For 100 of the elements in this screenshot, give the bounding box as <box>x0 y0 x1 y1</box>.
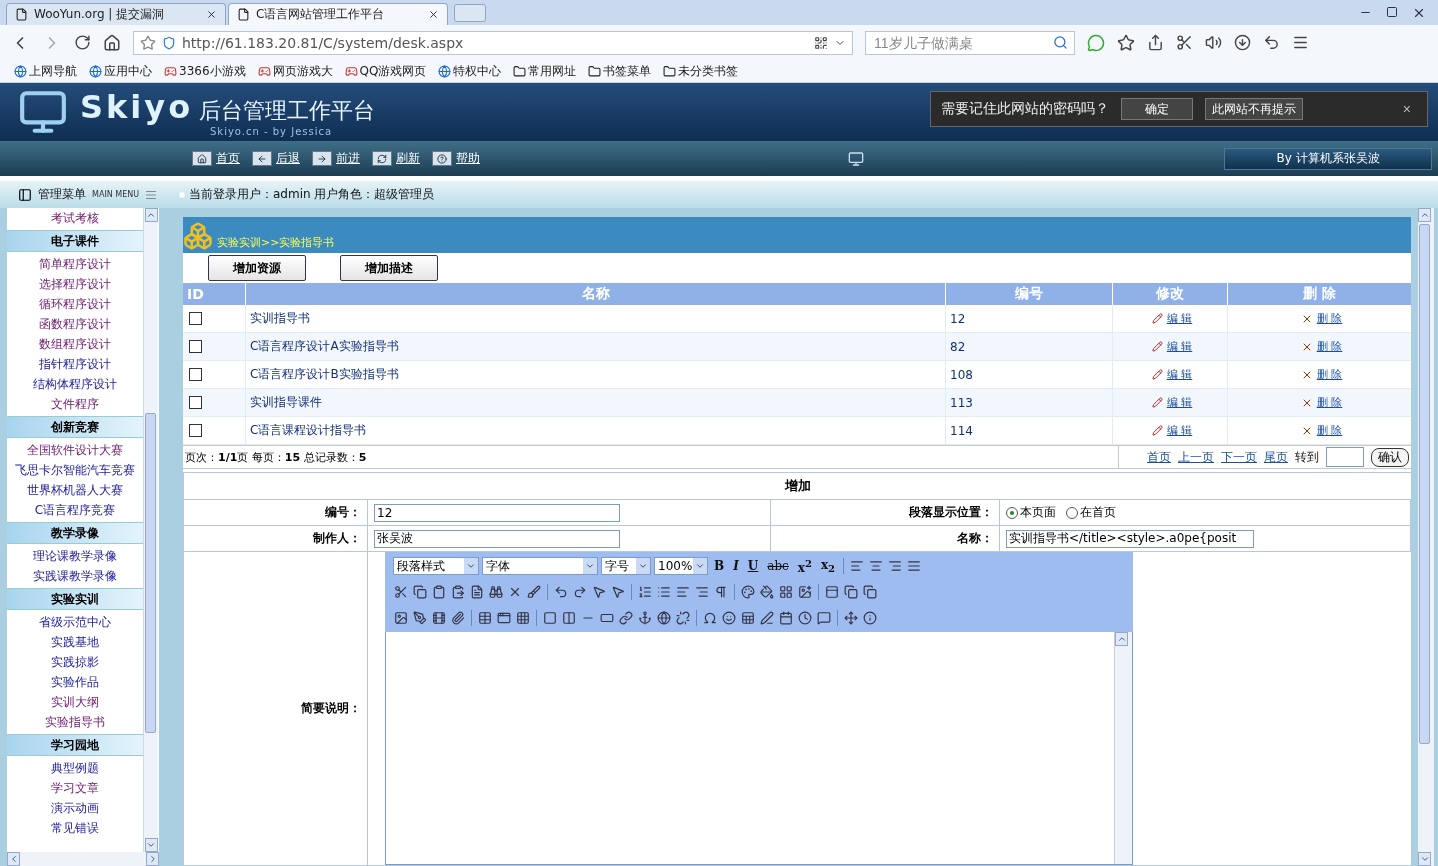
row-checkbox[interactable] <box>189 312 202 325</box>
undo-icon[interactable] <box>1263 34 1280 51</box>
unlink-icon[interactable] <box>675 610 691 626</box>
star-icon[interactable] <box>140 34 156 51</box>
menu-link[interactable]: 演示动画 <box>7 798 143 818</box>
align-right-icon[interactable] <box>887 558 904 574</box>
menu-group-header[interactable]: 电子课件 <box>7 230 143 252</box>
download-icon[interactable] <box>1234 34 1251 51</box>
row-checkbox[interactable] <box>189 368 202 381</box>
browser-tab[interactable]: C语言网站管理工作平台 <box>228 3 448 25</box>
align-left-icon[interactable] <box>849 558 866 574</box>
bookmark-link[interactable]: 未分类书签 <box>663 62 739 80</box>
paperclip-icon[interactable] <box>450 610 466 626</box>
scissors-icon[interactable] <box>1176 34 1193 51</box>
delete-link[interactable]: 删 除 <box>1316 395 1343 410</box>
format-button[interactable]: B <box>711 559 728 573</box>
edit-link[interactable]: 编 辑 <box>1166 339 1193 354</box>
vertical-scrollbar[interactable] <box>1114 632 1132 864</box>
format-button[interactable]: U <box>744 559 762 573</box>
anchor-icon[interactable] <box>637 610 653 626</box>
menu-link[interactable]: 实验作品 <box>7 672 143 692</box>
search-bar[interactable]: 11岁儿子做满桌 <box>865 30 1075 55</box>
info-icon[interactable] <box>862 610 878 626</box>
confirm-button[interactable]: 确认 <box>1371 447 1409 467</box>
signature-icon[interactable] <box>759 610 775 626</box>
grid-icon[interactable] <box>778 584 794 600</box>
delete-link[interactable]: 删 除 <box>1316 367 1343 382</box>
nav-link[interactable]: 前进 <box>336 150 360 167</box>
menu-link[interactable]: 简单程序设计 <box>7 254 143 274</box>
row-checkbox[interactable] <box>189 396 202 409</box>
format-button[interactable]: I <box>730 559 742 573</box>
edit-link[interactable]: 编 辑 <box>1166 423 1193 438</box>
palette-icon[interactable] <box>740 584 756 600</box>
edit-link[interactable]: 编 辑 <box>1166 367 1193 382</box>
panel-icon[interactable] <box>824 584 840 600</box>
radio-icon[interactable] <box>1006 506 1018 519</box>
action-button[interactable]: 增加描述 <box>340 255 438 281</box>
paragraph-icon[interactable] <box>713 584 729 600</box>
bookmark-link[interactable]: 特权中心 <box>438 62 502 80</box>
paste-icon[interactable] <box>450 584 466 600</box>
menu-link[interactable]: 实训大纲 <box>7 692 143 712</box>
menu-link[interactable]: 世界杯机器人大赛 <box>7 480 143 500</box>
horizontal-scrollbar[interactable] <box>7 852 159 866</box>
menu-group-header[interactable]: 教学录像 <box>7 522 143 544</box>
menu-link[interactable]: 学习文章 <box>7 778 143 798</box>
format-button[interactable]: x$_{2}$ <box>817 557 839 575</box>
menu-link[interactable]: 数组程序设计 <box>7 334 143 354</box>
menu-group-header[interactable]: 实验实训 <box>7 588 143 610</box>
omega-icon[interactable] <box>702 610 718 626</box>
table-icon[interactable] <box>477 610 493 626</box>
delete-link[interactable]: 删 除 <box>1316 339 1343 354</box>
clipboard-icon[interactable] <box>431 584 447 600</box>
vertical-scrollbar[interactable] <box>143 208 158 852</box>
pager-link[interactable]: 上一页 <box>1178 448 1214 466</box>
toolbar-select[interactable]: 段落样式 <box>393 557 479 575</box>
menu-link[interactable]: 实践基地 <box>7 632 143 652</box>
row-checkbox[interactable] <box>189 340 202 353</box>
radio-option[interactable]: 本页面 <box>1006 504 1056 521</box>
close-button[interactable]: × <box>1396 100 1417 118</box>
film-icon[interactable] <box>431 610 447 626</box>
bookmark-link[interactable]: 网页游戏大 <box>257 62 333 80</box>
menu-link[interactable]: 函数程序设计 <box>7 314 143 334</box>
bookmark-link[interactable]: 应用中心 <box>89 62 152 80</box>
menu-link[interactable]: 循环程序设计 <box>7 294 143 314</box>
radio-option[interactable]: 在首页 <box>1066 504 1116 521</box>
address-bar[interactable]: http://61.183.20.81/C/system/desk.aspx <box>133 30 853 55</box>
menu-group-header[interactable]: 学习园地 <box>7 734 143 756</box>
brush-icon[interactable] <box>526 584 542 600</box>
nav-link[interactable]: 帮助 <box>456 150 480 167</box>
pager-link[interactable]: 首页 <box>1147 448 1171 466</box>
menu-link[interactable]: 常见错误 <box>7 818 143 838</box>
layers-icon[interactable] <box>862 584 878 600</box>
nav-link[interactable]: 后退 <box>276 150 300 167</box>
pen-icon[interactable] <box>412 610 428 626</box>
pager-link[interactable]: 尾页 <box>1264 448 1288 466</box>
grid-icon[interactable] <box>515 610 531 626</box>
menu-icon[interactable] <box>1292 34 1309 51</box>
indent-icon[interactable] <box>694 584 710 600</box>
layers-icon[interactable] <box>843 584 859 600</box>
move-icon[interactable] <box>843 610 859 626</box>
prompt-button[interactable]: 此网站不再提示 <box>1205 98 1303 120</box>
format-button[interactable]: abc <box>764 559 792 573</box>
menu-link[interactable]: 飞思卡尔智能汽车竞赛 <box>7 460 143 480</box>
redo-icon[interactable] <box>572 584 588 600</box>
pointer-icon[interactable] <box>591 584 607 600</box>
document-icon[interactable] <box>469 584 485 600</box>
bookmark-link[interactable]: 3366小游戏 <box>164 62 246 80</box>
star-icon[interactable] <box>1117 33 1135 52</box>
globe-icon[interactable] <box>656 610 672 626</box>
speaker-icon[interactable] <box>1205 34 1222 51</box>
align-center-icon[interactable] <box>868 558 885 574</box>
numbered-list-icon[interactable] <box>637 584 653 600</box>
menu-group-header[interactable]: 创新竞赛 <box>7 416 143 438</box>
vertical-scrollbar[interactable] <box>1418 208 1434 866</box>
chat-icon[interactable] <box>1087 33 1105 52</box>
menu-link[interactable]: 指针程序设计 <box>7 354 143 374</box>
delete-link[interactable]: 删 除 <box>1316 311 1343 326</box>
toolbar-select[interactable]: 字号 <box>601 557 651 575</box>
edit-link[interactable]: 编 辑 <box>1166 311 1193 326</box>
close-icon[interactable] <box>206 9 217 20</box>
